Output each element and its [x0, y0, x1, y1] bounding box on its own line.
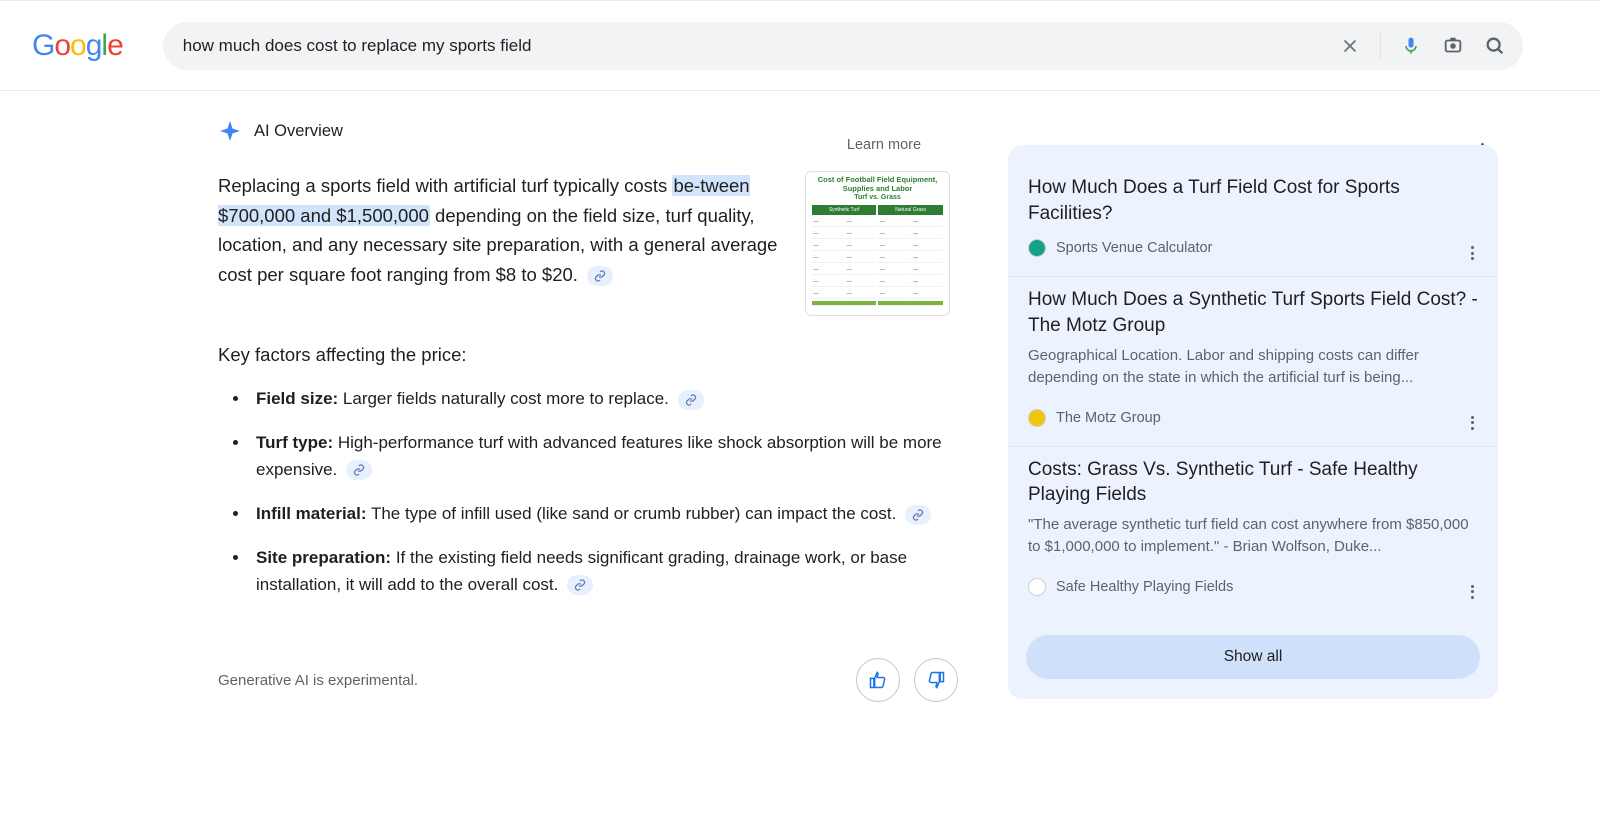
citation-link-icon[interactable]: [905, 505, 931, 525]
source-site: Sports Venue Calculator: [1056, 240, 1212, 256]
source-title: How Much Does a Turf Field Cost for Spor…: [1028, 175, 1478, 226]
citation-link-icon[interactable]: [346, 460, 372, 480]
ai-summary: Replacing a sports field with artificial…: [218, 171, 783, 289]
source-site: The Motz Group: [1056, 410, 1161, 426]
source-overflow-menu[interactable]: [1467, 232, 1478, 264]
source-snippet: Geographical Location. Labor and shippin…: [1028, 345, 1478, 390]
image-search-icon[interactable]: [1441, 34, 1465, 58]
source-snippet: "The average synthetic turf field can co…: [1028, 514, 1478, 559]
source-overflow-menu[interactable]: [1467, 402, 1478, 434]
factor-item: Field size: Larger fields naturally cost…: [250, 386, 988, 412]
citation-link-icon[interactable]: [587, 266, 613, 286]
ai-overview-title: AI Overview: [254, 122, 343, 141]
search-bar: [163, 22, 1523, 70]
favicon: [1028, 578, 1046, 596]
sparkle-icon: [218, 119, 242, 143]
search-input[interactable]: [183, 36, 1338, 56]
source-title: Costs: Grass Vs. Synthetic Turf - Safe H…: [1028, 457, 1478, 508]
sources-panel: How Much Does a Turf Field Cost for Spor…: [1008, 145, 1498, 699]
favicon: [1028, 409, 1046, 427]
source-overflow-menu[interactable]: [1467, 571, 1478, 603]
voice-search-icon[interactable]: [1399, 34, 1423, 58]
source-title: How Much Does a Synthetic Turf Sports Fi…: [1028, 287, 1478, 338]
source-site: Safe Healthy Playing Fields: [1056, 579, 1233, 595]
thumbs-down-button[interactable]: [914, 658, 958, 702]
factor-item: Site preparation: If the existing field …: [250, 545, 988, 598]
factor-item: Infill material: The type of infill used…: [250, 501, 988, 527]
search-header: Google: [0, 2, 1600, 91]
source-item[interactable]: How Much Does a Turf Field Cost for Spor…: [1008, 165, 1498, 277]
ai-disclaimer: Generative AI is experimental.: [218, 672, 418, 689]
thumbs-up-button[interactable]: [856, 658, 900, 702]
ai-overview-header: AI Overview: [218, 119, 343, 143]
factor-item: Turf type: High-performance turf with ad…: [250, 430, 988, 483]
favicon: [1028, 239, 1046, 257]
source-item[interactable]: Costs: Grass Vs. Synthetic Turf - Safe H…: [1008, 447, 1498, 615]
citation-link-icon[interactable]: [678, 390, 704, 410]
google-logo[interactable]: Google: [32, 29, 123, 63]
learn-more-link[interactable]: Learn more: [847, 137, 921, 153]
key-factors-heading: Key factors affecting the price:: [218, 344, 988, 366]
result-thumbnail[interactable]: Cost of Football Field Equipment, Suppli…: [805, 171, 950, 316]
source-item[interactable]: How Much Does a Synthetic Turf Sports Fi…: [1008, 277, 1498, 446]
citation-link-icon[interactable]: [567, 575, 593, 595]
show-all-button[interactable]: Show all: [1026, 635, 1480, 679]
search-icon[interactable]: [1483, 34, 1507, 58]
clear-icon[interactable]: [1338, 34, 1362, 58]
